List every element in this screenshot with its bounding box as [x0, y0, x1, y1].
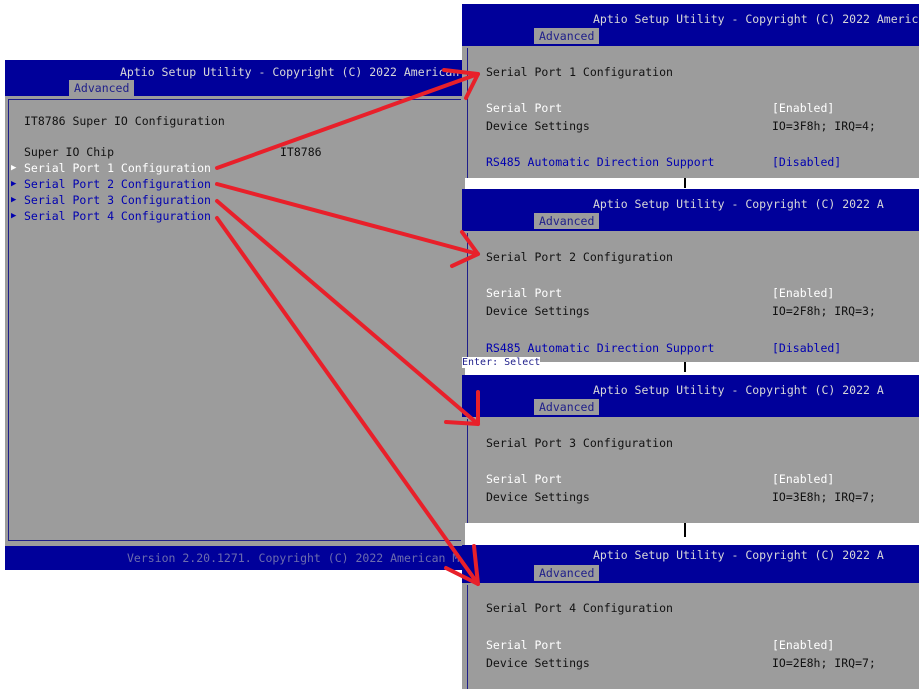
arrow-to-serial-port-4: [215, 216, 480, 586]
arrow-to-serial-port-2: [215, 182, 480, 268]
annotation-arrows: [215, 68, 480, 586]
arrow-to-serial-port-1: [215, 68, 480, 170]
arrow-to-serial-port-3: [215, 199, 480, 426]
